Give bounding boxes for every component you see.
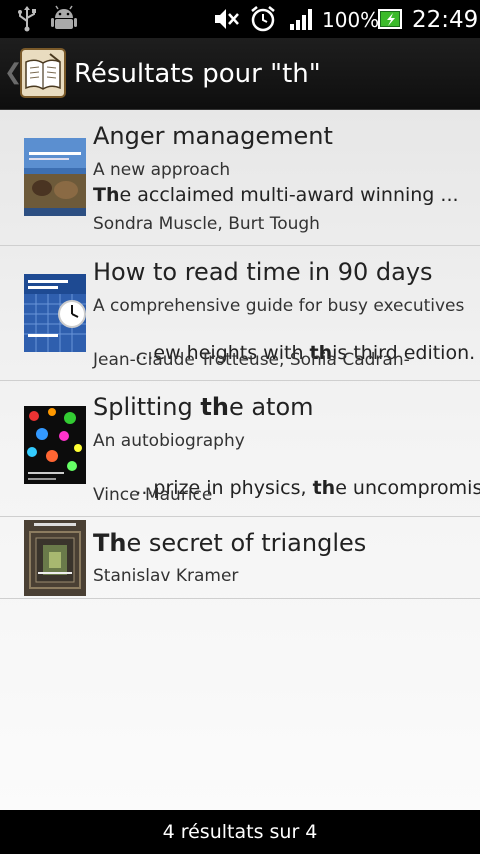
list-item[interactable]: The secret of triangles Stanislav Kramer — [0, 517, 480, 599]
mute-icon — [212, 0, 240, 38]
action-bar: ❮ Résultats pour "th" — [0, 38, 480, 110]
battery-icon — [378, 0, 404, 38]
android-debug-icon — [50, 0, 78, 38]
alarm-icon — [249, 0, 277, 38]
result-authors: Jean-Claude Trotteuse, Sonia Cadran- — [93, 350, 410, 370]
result-authors: Sondra Muscle, Burt Tough — [93, 214, 320, 234]
signal-icon — [288, 0, 316, 38]
result-title: Anger management — [93, 122, 333, 150]
search-results-list: Anger management A new approach The accl… — [0, 110, 480, 810]
usb-icon — [16, 0, 38, 38]
results-count-footer: 4 résultats sur 4 — [0, 810, 480, 854]
status-bar: 100% 22:49 — [0, 0, 480, 38]
book-cover-image — [24, 274, 86, 352]
result-title: How to read time in 90 days — [93, 258, 433, 286]
list-item[interactable]: Splitting the atom An autobiography ...p… — [0, 381, 480, 517]
book-cover-image — [24, 138, 86, 216]
result-title: The secret of triangles — [93, 529, 367, 557]
book-cover-image — [24, 406, 86, 484]
result-title: Splitting the atom — [93, 393, 314, 421]
result-subtitle: A new approach — [93, 160, 231, 180]
battery-percentage: 100% — [322, 8, 380, 32]
result-authors: Stanislav Kramer — [93, 566, 239, 586]
app-logo-book-icon[interactable] — [20, 48, 66, 98]
book-cover-image — [24, 520, 86, 596]
list-item[interactable]: Anger management A new approach The accl… — [0, 110, 480, 246]
result-authors: Vince Maurice — [93, 485, 213, 505]
page-title: Résultats pour "th" — [74, 59, 321, 89]
result-subtitle: A comprehensive guide for busy executive… — [93, 296, 465, 316]
list-item[interactable]: How to read time in 90 days A comprehens… — [0, 246, 480, 381]
result-subtitle: An autobiography — [93, 431, 245, 451]
clock-time: 22:49 — [412, 7, 479, 33]
result-snippet: The acclaimed multi-award winning ... — [93, 184, 459, 206]
